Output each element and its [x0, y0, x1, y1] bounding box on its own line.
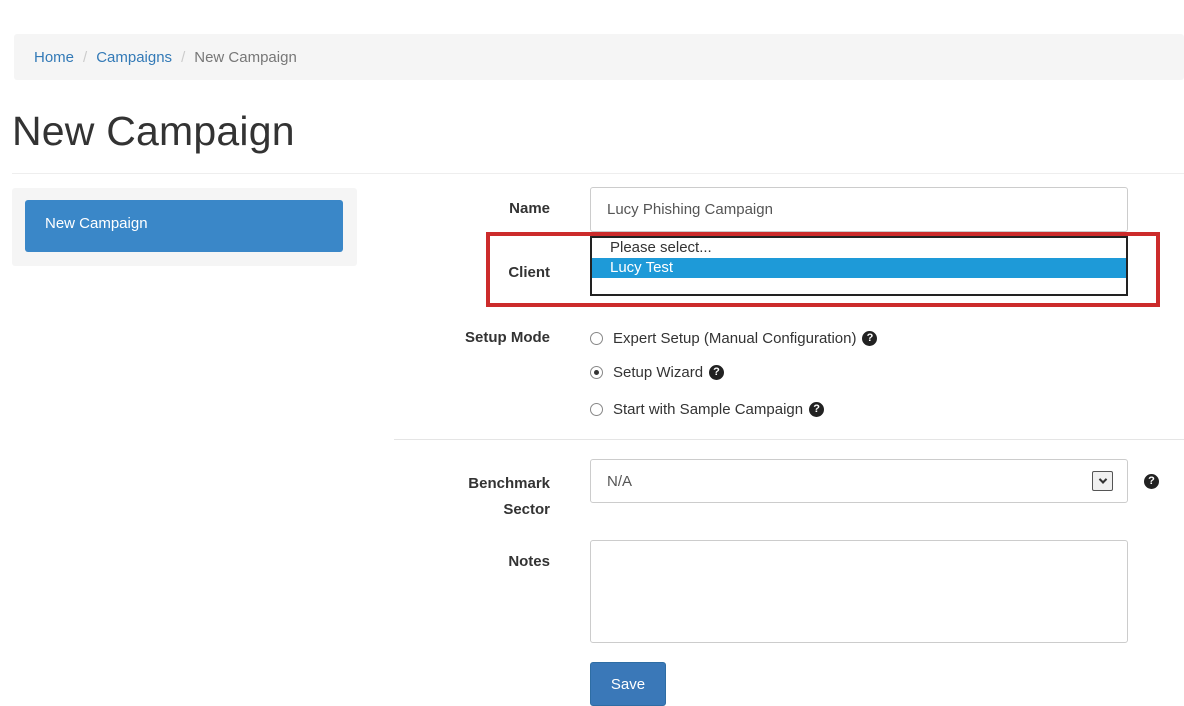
- client-option-lucy-test[interactable]: Lucy Test: [592, 258, 1126, 278]
- setup-option-wizard[interactable]: Setup Wizard ?: [590, 364, 725, 381]
- benchmark-sector-label: Benchmark Sector: [410, 471, 550, 523]
- chevron-down-icon[interactable]: [1092, 471, 1113, 491]
- client-option-please-select[interactable]: Please select...: [592, 238, 1126, 258]
- breadcrumb-separator: /: [83, 48, 88, 66]
- benchmark-sector-select[interactable]: N/A: [590, 459, 1128, 503]
- setup-option-sample[interactable]: Start with Sample Campaign ?: [590, 401, 825, 418]
- setup-option-label: Expert Setup (Manual Configuration): [613, 330, 857, 347]
- notes-label: Notes: [508, 553, 550, 570]
- breadcrumb-campaigns-link[interactable]: Campaigns: [96, 49, 172, 66]
- radio-button[interactable]: [590, 403, 603, 416]
- page-title: New Campaign: [12, 108, 295, 154]
- question-circle-icon[interactable]: ?: [862, 331, 878, 346]
- title-divider: [12, 173, 1184, 174]
- client-label: Client: [508, 264, 550, 281]
- question-circle-icon[interactable]: ?: [1144, 474, 1159, 489]
- radio-button-checked[interactable]: [590, 366, 603, 379]
- section-divider: [394, 439, 1184, 440]
- client-select-list[interactable]: Please select... Lucy Test: [590, 236, 1128, 296]
- sidebar-item-new-campaign[interactable]: New Campaign: [25, 200, 343, 252]
- breadcrumb-separator: /: [181, 48, 186, 66]
- save-button[interactable]: Save: [590, 662, 666, 706]
- radio-button[interactable]: [590, 332, 603, 345]
- name-input[interactable]: Lucy Phishing Campaign: [590, 187, 1128, 232]
- setup-option-label: Setup Wizard: [613, 364, 704, 381]
- setup-option-label: Start with Sample Campaign: [613, 401, 804, 418]
- breadcrumb-current: New Campaign: [194, 48, 297, 66]
- sidebar: New Campaign: [12, 188, 357, 266]
- breadcrumb: Home / Campaigns / New Campaign: [14, 34, 1184, 80]
- setup-option-expert[interactable]: Expert Setup (Manual Configuration) ?: [590, 330, 878, 347]
- question-circle-icon[interactable]: ?: [809, 402, 825, 417]
- benchmark-label-line1: Benchmark: [468, 475, 550, 492]
- name-label: Name: [509, 200, 550, 217]
- setup-mode-label: Setup Mode: [465, 329, 550, 346]
- benchmark-label-line2: Sector: [503, 501, 550, 518]
- question-circle-icon[interactable]: ?: [709, 365, 725, 380]
- breadcrumb-home-link[interactable]: Home: [34, 49, 74, 66]
- notes-textarea[interactable]: [590, 540, 1128, 643]
- benchmark-sector-value: N/A: [607, 472, 633, 490]
